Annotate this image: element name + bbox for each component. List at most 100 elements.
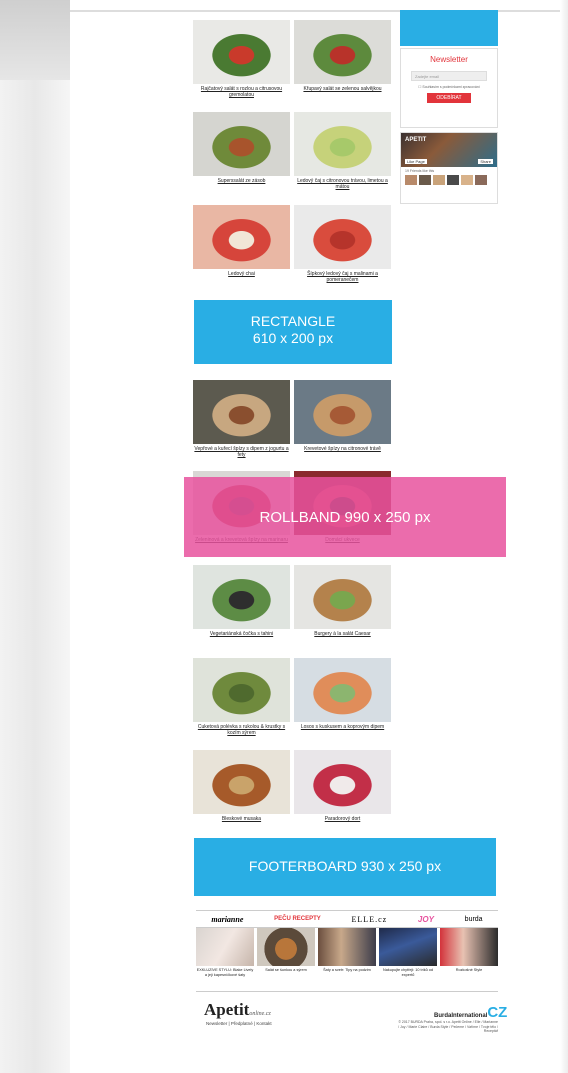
partner-article-caption: Salát se šunkou a sýrem <box>265 968 307 972</box>
facebook-cover: APETIT Like Page Share <box>401 133 497 167</box>
face-avatar <box>475 175 487 185</box>
recipe-image[interactable] <box>193 112 290 176</box>
face-avatar <box>419 175 431 185</box>
partner-article-caption: Šaty a svetr: Tipy na podzim <box>323 968 371 972</box>
partner-article-caption: EXKLUZIVE STYLU: Blake Lively a její kap… <box>196 968 254 977</box>
recipe-image[interactable] <box>193 565 290 629</box>
recipe-card[interactable]: Vepřové a kuřecí špízy s dipem z jogurtu… <box>193 380 290 458</box>
recipe-image[interactable] <box>294 112 391 176</box>
partner-article[interactable]: Šaty a svetr: Tipy na podzim <box>318 928 376 973</box>
recipe-caption[interactable]: Superssalát ze zásob <box>193 178 290 184</box>
footerboard-ad[interactable]: FOOTERBOARD 930 x 250 px <box>194 838 496 896</box>
recipe-caption[interactable]: Cuketová polévka s rukolou & krustky s k… <box>193 724 290 736</box>
partner-article-image <box>318 928 376 966</box>
sidebar: Newsletter Zadejte email ☐ Souhlasím s p… <box>400 10 498 204</box>
partner-logos: marianne PEČU RECEPTY ELLE.cz JOY burda <box>196 910 498 928</box>
recipe-caption[interactable]: Krevetové špízy na citronové trávě <box>294 446 391 452</box>
copyright-text: © 2017 BURDA Praha, spol. s r.o. Apetit … <box>398 1020 498 1033</box>
recipe-caption[interactable]: Ledový chai <box>193 271 290 277</box>
facebook-like-button[interactable]: Like Page <box>405 159 427 164</box>
recipe-card[interactable]: Rajčatový salát s rozlou a citrusovou gr… <box>193 20 290 98</box>
recipe-caption[interactable]: Křupavý salát se zelenou salvějkou <box>294 86 391 92</box>
recipe-caption[interactable]: Losos s kuskusem a koprovým dipem <box>294 724 391 730</box>
recipe-caption[interactable]: Burgery à la salát Caesar <box>294 631 391 637</box>
rollband-ad-label: ROLLBAND 990 x 250 px <box>259 509 431 526</box>
recipe-card[interactable]: Bleskové musaka <box>193 750 290 822</box>
facebook-faces <box>401 175 497 185</box>
partner-article[interactable]: Nakupujte chytřeji: 10 triků od expertů <box>379 928 437 977</box>
footer-links[interactable]: Newsletter | Předplatné | Kontakt <box>206 1021 272 1026</box>
sidebar-banner <box>400 10 498 46</box>
recipe-caption[interactable]: Rajčatový salát s rozlou a citrusovou gr… <box>193 86 290 98</box>
facebook-followers: 19 Friends like this <box>405 169 435 173</box>
recipe-image[interactable] <box>193 205 290 269</box>
partner-article[interactable]: Salát se šunkou a sýrem <box>257 928 315 973</box>
partner-article-image <box>440 928 498 966</box>
recipe-card[interactable]: Vegetariánská čočka s tahini <box>193 565 290 637</box>
recipe-card[interactable]: Ledový chai <box>193 205 290 277</box>
newsletter-title: Newsletter <box>430 55 468 64</box>
recipe-image[interactable] <box>294 565 391 629</box>
facebook-share-button[interactable]: Share <box>478 159 493 164</box>
newsletter-box: Newsletter Zadejte email ☐ Souhlasím s p… <box>400 48 498 128</box>
facebook-page-name: APETIT <box>405 137 427 143</box>
recipe-image[interactable] <box>294 750 391 814</box>
publisher-mark: CZ <box>487 1004 508 1021</box>
recipe-card[interactable]: Krevetové špízy na citronové trávě <box>294 380 391 452</box>
face-avatar <box>461 175 473 185</box>
recipe-caption[interactable]: Paradorový dort <box>294 816 391 822</box>
footer-logo-text: Apetit <box>204 1000 250 1019</box>
newsletter-email-input[interactable]: Zadejte email <box>411 71 487 81</box>
partner-article-image <box>379 928 437 966</box>
face-avatar <box>447 175 459 185</box>
recipe-card[interactable]: Ledový čaj s citronovou trávou, limetou … <box>294 112 391 190</box>
recipe-card[interactable]: Superssalát ze zásob <box>193 112 290 184</box>
rectangle-ad-label: RECTANGLE <box>250 313 336 329</box>
partner-article-caption: Nakupujte chytřeji: 10 triků od expertů <box>382 968 434 977</box>
recipe-card[interactable]: Šípkový ledový čaj s malinami a pomerane… <box>294 205 391 283</box>
facebook-widget[interactable]: APETIT Like Page Share 19 Friends like t… <box>400 132 498 204</box>
recipe-caption[interactable]: Bleskové musaka <box>193 816 290 822</box>
right-shadow <box>560 0 568 1073</box>
recipe-image[interactable] <box>294 380 391 444</box>
rollband-ad[interactable]: ROLLBAND 990 x 250 px <box>184 477 506 557</box>
footer-divider <box>196 991 498 992</box>
recipe-caption[interactable]: Vepřové a kuřecí špízy s dipem z jogurtu… <box>193 446 290 458</box>
recipe-image[interactable] <box>294 20 391 84</box>
newsletter-consent-checkbox[interactable]: ☐ Souhlasím s podmínkami zpracování <box>401 85 497 89</box>
footer-logo[interactable]: Apetitonline.cz <box>204 1000 271 1020</box>
left-shadow <box>0 0 70 1073</box>
rectangle-ad[interactable]: RECTANGLE 610 x 200 px <box>194 300 392 364</box>
partner-article-image <box>257 928 315 966</box>
left-shadow-top <box>0 0 70 80</box>
partner-logo-burda[interactable]: burda <box>465 916 483 923</box>
recipe-caption[interactable]: Vegetariánská čočka s tahini <box>193 631 290 637</box>
recipe-card[interactable]: Křupavý salát se zelenou salvějkou <box>294 20 391 92</box>
recipe-image[interactable] <box>193 658 290 722</box>
partner-logo-pecu[interactable]: PEČU RECEPTY <box>274 916 321 922</box>
partner-article[interactable]: EXKLUZIVE STYLU: Blake Lively a její kap… <box>196 928 254 977</box>
partner-article-image <box>196 928 254 966</box>
recipe-image[interactable] <box>294 658 391 722</box>
rectangle-ad-size: 610 x 200 px <box>252 330 334 346</box>
face-avatar <box>433 175 445 185</box>
recipe-caption[interactable]: Šípkový ledový čaj s malinami a pomerane… <box>294 271 391 283</box>
partner-logo-elle[interactable]: ELLE.cz <box>352 915 388 924</box>
recipe-image[interactable] <box>294 205 391 269</box>
recipe-image[interactable] <box>193 380 290 444</box>
publisher-name: BurdaInternational <box>434 1013 488 1019</box>
partner-logo-marianne[interactable]: marianne <box>211 915 243 924</box>
newsletter-submit-button[interactable]: ODEBÍRAT <box>427 93 471 103</box>
newsletter-consent-label: Souhlasím s podmínkami zpracování <box>422 85 480 89</box>
recipe-image[interactable] <box>193 20 290 84</box>
recipe-card[interactable]: Cuketová polévka s rukolou & krustky s k… <box>193 658 290 736</box>
partner-article[interactable]: Rozkošné Style <box>440 928 498 973</box>
recipe-image[interactable] <box>193 750 290 814</box>
footer-logo-suffix: online.cz <box>249 1011 271 1017</box>
recipe-card[interactable]: Burgery à la salát Caesar <box>294 565 391 637</box>
recipe-caption[interactable]: Ledový čaj s citronovou trávou, limetou … <box>294 178 391 190</box>
recipe-card[interactable]: Losos s kuskusem a koprovým dipem <box>294 658 391 730</box>
partner-article-caption: Rozkošné Style <box>455 968 483 972</box>
recipe-card[interactable]: Paradorový dort <box>294 750 391 822</box>
partner-logo-joy[interactable]: JOY <box>418 915 434 924</box>
